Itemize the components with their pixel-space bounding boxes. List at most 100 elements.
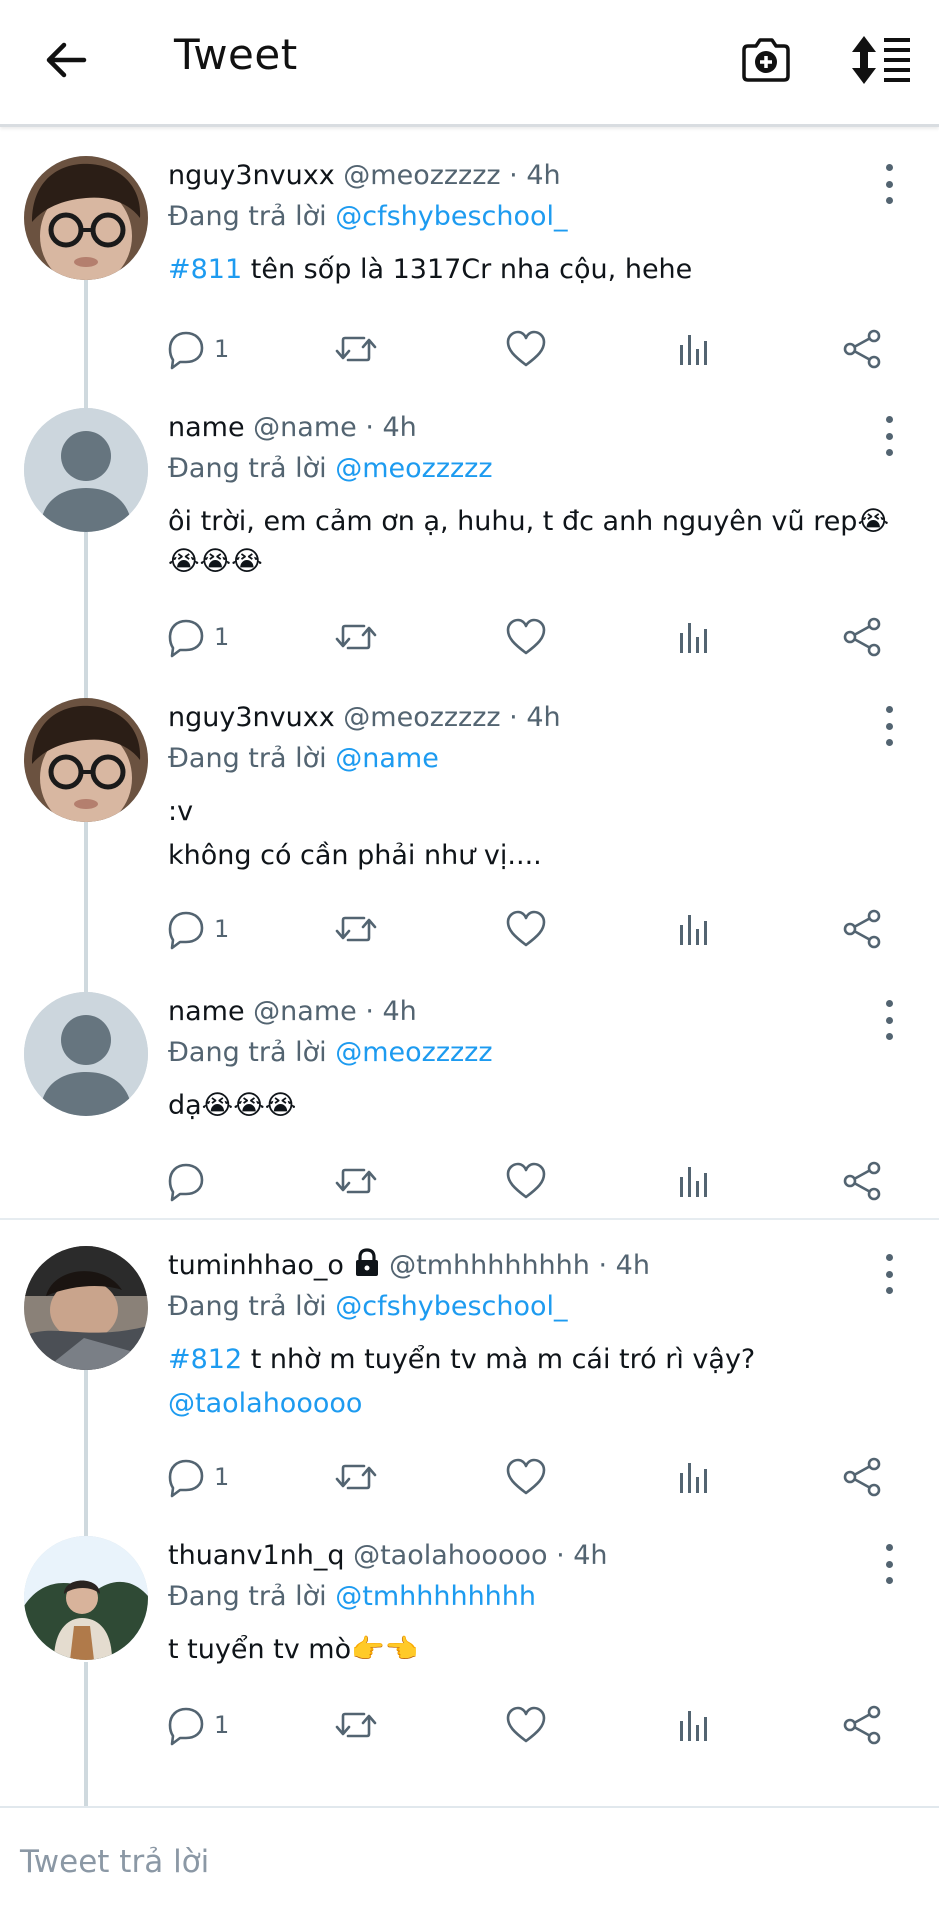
reply-mention-link[interactable]: @meozzzzz (335, 1037, 492, 1068)
avatar[interactable] (24, 992, 148, 1116)
handle[interactable]: @meozzzzz (343, 160, 500, 191)
sort-button[interactable] (844, 28, 920, 92)
share-button[interactable] (840, 1156, 884, 1206)
reply-mention-link[interactable]: @cfshybeschool_ (335, 1291, 567, 1322)
reply-icon (168, 1459, 204, 1498)
analytics-button[interactable] (672, 1156, 716, 1206)
reply-button[interactable]: 1 (164, 1452, 229, 1502)
reply-input-placeholder[interactable]: Tweet trả lời (20, 1844, 209, 1880)
display-name[interactable]: thuanv1nh_q (168, 1540, 345, 1571)
sort-icon (852, 36, 910, 84)
avatar[interactable] (24, 698, 148, 822)
avatar[interactable] (24, 1246, 148, 1370)
analytics-button[interactable] (672, 904, 716, 954)
share-button[interactable] (840, 1700, 884, 1750)
handle[interactable]: @name (253, 412, 357, 443)
reply-mention-link[interactable]: @tmhhhhhhhh (335, 1581, 536, 1612)
more-options-button[interactable] (879, 1254, 899, 1294)
handle[interactable]: @tmhhhhhhhh (389, 1250, 590, 1281)
like-button[interactable] (504, 324, 548, 374)
share-button[interactable] (840, 612, 884, 662)
replying-to-label: Đang trả lời (168, 201, 327, 232)
more-options-button[interactable] (879, 706, 899, 746)
like-button[interactable] (504, 1700, 548, 1750)
handle[interactable]: @taolahooooo (353, 1540, 547, 1571)
handle[interactable]: @name (253, 996, 357, 1027)
avatar[interactable] (24, 1536, 148, 1660)
tweet-text: :v không có cần phải như vị.... (168, 792, 919, 876)
tweet-text: #811 tên sốp là 1317Cr nha cộu, hehe (168, 250, 919, 290)
reply-button[interactable]: 1 (164, 324, 229, 374)
reply-icon (168, 911, 204, 950)
display-name[interactable]: name (168, 996, 245, 1027)
reply-button[interactable] (164, 1156, 214, 1206)
reply-composer[interactable]: Tweet trả lời (0, 1806, 939, 1922)
tweet[interactable]: tuminhhao_o @tmhhhhhhhh · 4h Đang trả lờ… (0, 1222, 939, 1512)
tweet[interactable]: thuanv1nh_q @taolahooooo · 4h Đang trả l… (0, 1512, 939, 1806)
share-icon (843, 1161, 881, 1201)
analytics-button[interactable] (672, 324, 716, 374)
analytics-button[interactable] (672, 1700, 716, 1750)
camera-button[interactable] (728, 28, 804, 92)
reply-mention-link[interactable]: @cfshybeschool_ (335, 201, 567, 232)
tweet[interactable]: nguy3nvuxx @meozzzzz · 4h Đang trả lời @… (0, 670, 939, 964)
share-button[interactable] (840, 904, 884, 954)
thread-line (84, 1662, 88, 1806)
thread-line (84, 820, 88, 964)
more-options-button[interactable] (879, 1544, 899, 1584)
thread-line (84, 530, 88, 670)
tweet-actions (164, 1156, 904, 1206)
display-name[interactable]: tuminhhao_o (168, 1250, 344, 1281)
retweet-button[interactable] (334, 612, 378, 662)
replying-to-label: Đang trả lời (168, 1037, 327, 1068)
share-button[interactable] (840, 324, 884, 374)
retweet-button[interactable] (334, 1452, 378, 1502)
avatar[interactable] (24, 156, 148, 280)
top-app-bar: Tweet (0, 0, 939, 127)
mention-link[interactable]: @taolahooooo (168, 1388, 362, 1419)
replying-to: Đang trả lời @cfshybeschool_ (168, 196, 919, 238)
timestamp: · 4h (556, 1540, 608, 1571)
thread-line (84, 1512, 88, 1536)
reply-button[interactable]: 1 (164, 904, 229, 954)
analytics-button[interactable] (672, 612, 716, 662)
more-options-button[interactable] (879, 164, 899, 204)
avatar[interactable] (24, 408, 148, 532)
retweet-button[interactable] (334, 1156, 378, 1206)
tweet-text: #812 t nhờ m tuyển tv mà m cái tró rì vậ… (168, 1340, 919, 1424)
hashtag-link[interactable]: #811 (168, 254, 242, 285)
more-options-button[interactable] (879, 1000, 899, 1040)
tweet[interactable]: name @name · 4h Đang trả lời @meozzzzz d… (0, 964, 939, 1216)
analytics-button[interactable] (672, 1452, 716, 1502)
tweet[interactable]: name @name · 4h Đang trả lời @meozzzzz ô… (0, 380, 939, 670)
display-name[interactable]: name (168, 412, 245, 443)
retweet-button[interactable] (334, 1700, 378, 1750)
like-button[interactable] (504, 904, 548, 954)
lock-icon (355, 1248, 378, 1276)
replying-to-label: Đang trả lời (168, 453, 327, 484)
like-button[interactable] (504, 1156, 548, 1206)
more-options-button[interactable] (879, 416, 899, 456)
share-icon (843, 1457, 881, 1497)
tweet[interactable]: nguy3nvuxx @meozzzzz · 4h Đang trả lời @… (0, 130, 939, 380)
hashtag-link[interactable]: #812 (168, 1344, 242, 1375)
display-name[interactable]: nguy3nvuxx (168, 702, 335, 733)
replying-to-label: Đang trả lời (168, 1581, 327, 1612)
back-arrow-icon (46, 42, 87, 78)
share-button[interactable] (840, 1452, 884, 1502)
retweet-button[interactable] (334, 324, 378, 374)
handle[interactable]: @meozzzzz (343, 702, 500, 733)
tweet-content: nguy3nvuxx @meozzzzz · 4h Đang trả lời @… (168, 156, 919, 290)
reply-mention-link[interactable]: @name (335, 743, 439, 774)
display-name[interactable]: nguy3nvuxx (168, 160, 335, 191)
retweet-icon (335, 916, 377, 942)
reply-button[interactable]: 1 (164, 1700, 229, 1750)
tweet-content: name @name · 4h Đang trả lời @meozzzzz ô… (168, 408, 919, 582)
replying-to: Đang trả lời @name (168, 738, 919, 780)
reply-button[interactable]: 1 (164, 612, 229, 662)
back-button[interactable] (28, 28, 104, 92)
like-button[interactable] (504, 1452, 548, 1502)
like-button[interactable] (504, 612, 548, 662)
retweet-button[interactable] (334, 904, 378, 954)
reply-mention-link[interactable]: @meozzzzz (335, 453, 492, 484)
